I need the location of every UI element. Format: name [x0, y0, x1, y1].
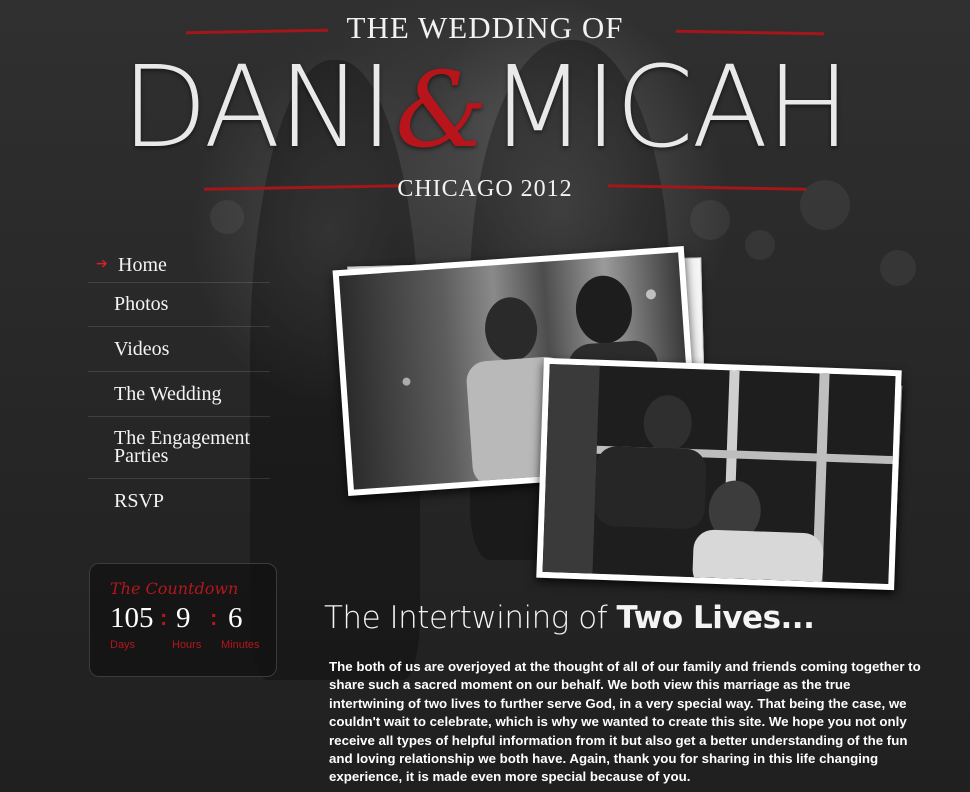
countdown-days-label: Days [110, 639, 136, 651]
countdown-days: 105 [110, 602, 154, 634]
nav-item-videos[interactable]: Videos [88, 327, 270, 372]
countdown-hours: 9 [176, 602, 191, 634]
nav-item-home[interactable]: ➔ Home [88, 248, 270, 283]
countdown-separator: : [160, 605, 168, 630]
photo-2-image [542, 364, 896, 584]
active-arrow-icon: ➔ [96, 257, 108, 272]
countdown-hours-label: Hours [172, 639, 202, 651]
header-subtitle: CHICAGO 2012 [397, 176, 573, 202]
countdown-title: The Countdown [110, 579, 239, 598]
intro-paragraph: The both of us are overjoyed at the thou… [329, 659, 921, 785]
nav-item-photos[interactable]: Photos [88, 283, 270, 327]
nav-item-rsvp[interactable]: RSVP [88, 479, 270, 523]
nav-item-label: The Engagement Parties [114, 427, 251, 467]
nav-item-label: RSVP [114, 490, 165, 512]
countdown-minutes: 6 [228, 602, 243, 634]
nav-item-label: Home [118, 254, 167, 276]
page-headline: The Intertwining of Two Lives... [324, 600, 815, 636]
nav-item-label: The Wedding [114, 383, 222, 405]
couple-names: DANI&MICAH [0, 48, 970, 170]
main-nav: ➔ Home Photos Videos The Wedding The Eng… [88, 248, 270, 523]
countdown-widget: The Countdown 105 : 9 : 6 Days Hours Min… [89, 563, 277, 677]
engagement-photo-2[interactable] [536, 357, 902, 591]
name-left: DANI [121, 43, 394, 173]
countdown-separator: : [210, 605, 218, 630]
nav-item-the-wedding[interactable]: The Wedding [88, 372, 270, 417]
nav-item-engagement-parties[interactable]: The Engagement Parties [88, 417, 270, 479]
header-pretitle: THE WEDDING OF [346, 10, 624, 45]
countdown-minutes-label: Minutes [221, 639, 260, 651]
nav-item-label: Videos [114, 338, 170, 360]
nav-item-label: Photos [114, 293, 169, 315]
ampersand: & [395, 49, 488, 171]
name-right: MICAH [489, 43, 851, 173]
headline-bold: Two Lives... [616, 600, 815, 636]
headline-light: The Intertwining of [324, 600, 608, 636]
